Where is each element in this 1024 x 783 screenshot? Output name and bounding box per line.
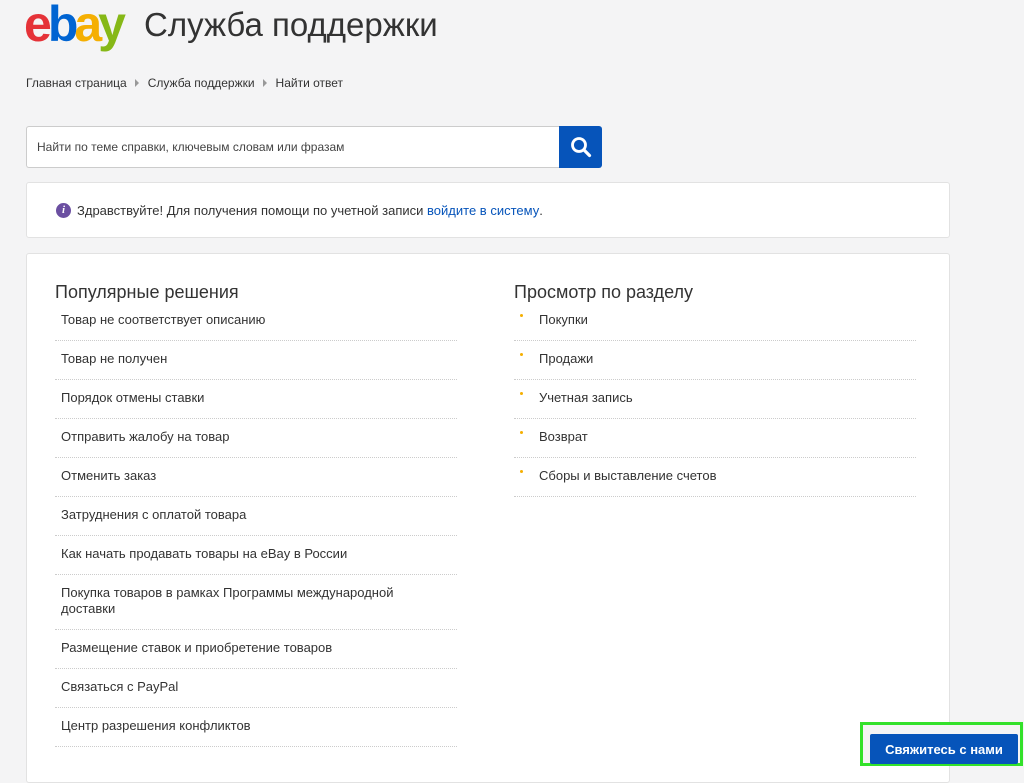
info-icon: i [56, 202, 71, 218]
list-item[interactable]: Центр разрешения конфликтов [55, 708, 457, 747]
help-panel: Популярные решения Товар не соответствуе… [26, 253, 950, 783]
ebay-logo[interactable]: ebay [24, 0, 126, 52]
browse-section-list: Покупки Продажи Учетная запись Возврат С… [514, 312, 916, 497]
list-item[interactable]: Покупка товаров в рамках Программы между… [55, 575, 457, 630]
list-item[interactable]: Отправить жалобу на товар [55, 419, 457, 458]
notice-suffix: . [539, 202, 543, 218]
popular-solutions-list: Товар не соответствует описанию Товар не… [55, 312, 457, 747]
list-item[interactable]: Порядок отмены ставки [55, 380, 457, 419]
list-item[interactable]: Затруднения с оплатой товара [55, 497, 457, 536]
category-label: Возврат [539, 429, 588, 444]
category-label: Покупки [539, 312, 588, 327]
popular-solutions-title: Популярные решения [55, 282, 239, 302]
sign-in-notice: i Здравствуйте! Для получения помощи по … [26, 182, 950, 238]
search-input[interactable] [26, 126, 559, 168]
category-label: Сборы и выставление счетов [539, 468, 717, 483]
category-item-purchases[interactable]: Покупки [514, 312, 916, 341]
list-item[interactable]: Отменить заказ [55, 458, 457, 497]
page-title: Служба поддержки [143, 6, 438, 43]
category-item-returns[interactable]: Возврат [514, 419, 916, 458]
popular-solutions: Популярные решения Товар не соответствуе… [55, 282, 457, 747]
logo-letter-a: a [74, 0, 102, 52]
list-item[interactable]: Как начать продавать товары на eBay в Ро… [55, 536, 457, 575]
logo-letter-e: e [24, 0, 52, 52]
category-item-fees[interactable]: Сборы и выставление счетов [514, 458, 916, 497]
search-button[interactable] [559, 126, 602, 168]
breadcrumb-separator-icon [262, 79, 267, 87]
category-label: Учетная запись [539, 390, 633, 405]
list-item[interactable]: Товар не получен [55, 341, 457, 380]
sign-in-link[interactable]: войдите в систему [427, 203, 539, 218]
breadcrumb-home[interactable]: Главная страница [26, 76, 127, 90]
bullet-icon [520, 352, 523, 356]
bullet-icon [520, 313, 523, 317]
list-item[interactable]: Размещение ставок и приобретение товаров [55, 630, 457, 669]
bullet-icon [520, 469, 523, 473]
breadcrumb-support[interactable]: Служба поддержки [148, 76, 255, 90]
category-item-sales[interactable]: Продажи [514, 341, 916, 380]
search-icon [570, 137, 591, 158]
browse-by-section: Просмотр по разделу Покупки Продажи Учет… [514, 282, 916, 497]
list-item[interactable]: Товар не соответствует описанию [55, 312, 457, 341]
search-bar [26, 126, 602, 168]
header: ebay Служба поддержки [24, 0, 438, 56]
logo-letter-y: y [98, 0, 126, 52]
browse-section-title: Просмотр по разделу [514, 282, 694, 302]
contact-highlight: Свяжитесь с нами [860, 722, 1023, 766]
breadcrumb-separator-icon [134, 79, 139, 87]
contact-us-button[interactable]: Свяжитесь с нами [870, 734, 1018, 764]
category-label: Продажи [539, 351, 594, 366]
breadcrumb: Главная страница Служба поддержки Найти … [26, 76, 343, 90]
category-item-account[interactable]: Учетная запись [514, 380, 916, 419]
bullet-icon [520, 391, 523, 395]
bullet-icon [520, 430, 523, 434]
list-item[interactable]: Связаться с PayPal [55, 669, 457, 708]
logo-letter-b: b [47, 0, 78, 52]
notice-text: Здравствуйте! Для получения помощи по уч… [77, 202, 424, 218]
breadcrumb-current: Найти ответ [275, 76, 344, 90]
